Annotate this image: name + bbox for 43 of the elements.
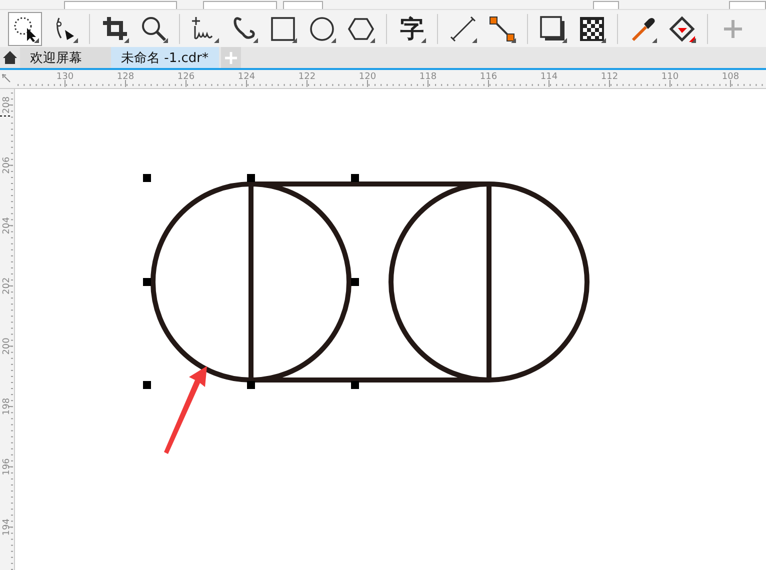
text-tool-button[interactable]: 字	[395, 12, 429, 46]
flyout-triangle-icon	[253, 38, 258, 43]
ruler-label: 196	[2, 458, 12, 476]
pick-tool-button[interactable]	[8, 12, 42, 46]
flyout-triangle-icon	[691, 38, 696, 43]
ruler-label: 114	[540, 72, 558, 82]
flyout-triangle-icon	[214, 38, 219, 43]
selected-shapes-drawing[interactable]	[143, 174, 590, 389]
ruler-label: 202	[2, 277, 12, 294]
ruler-label: 206	[2, 156, 12, 174]
flyout-triangle-icon	[34, 38, 39, 43]
flyout-triangle-icon	[163, 38, 168, 43]
document-tab[interactable]: 欢迎屏幕	[20, 47, 111, 68]
ruler-label: 112	[600, 72, 618, 82]
flyout-triangle-icon	[601, 38, 606, 43]
document-tab[interactable]: 未命名 -1.cdr*	[111, 47, 219, 68]
ruler-label: 126	[177, 72, 195, 82]
ruler-label: 200	[2, 338, 12, 355]
flyout-triangle-icon	[511, 38, 516, 43]
ruler-label: 130	[56, 72, 74, 82]
fill-tool-icon	[667, 14, 697, 44]
ruler-label: 108	[722, 72, 740, 82]
flyout-triangle-icon	[652, 38, 657, 43]
ruler-label: 116	[480, 72, 498, 82]
flyout-triangle-icon	[562, 38, 567, 43]
flyout-triangle-icon	[370, 38, 375, 43]
flyout-triangle-icon	[472, 38, 477, 43]
flyout-triangle-icon	[73, 38, 78, 43]
ruler-label: 110	[661, 72, 679, 82]
ruler-label: 204	[2, 217, 12, 234]
ruler-label: 122	[298, 72, 316, 82]
flyout-triangle-icon	[292, 38, 297, 43]
dimension-tool-icon	[448, 14, 478, 44]
ruler-label: 124	[238, 72, 256, 82]
flyout-triangle-icon	[124, 38, 129, 43]
ruler-label: 128	[116, 72, 134, 82]
ruler-label: 118	[419, 72, 437, 82]
ruler-label: 120	[358, 72, 376, 82]
connector-tool-icon	[487, 14, 517, 44]
flyout-triangle-icon	[331, 38, 336, 43]
ruler-label: 208	[2, 96, 12, 114]
ruler-label: 194	[2, 518, 12, 536]
ruler-label: 198	[2, 398, 12, 416]
